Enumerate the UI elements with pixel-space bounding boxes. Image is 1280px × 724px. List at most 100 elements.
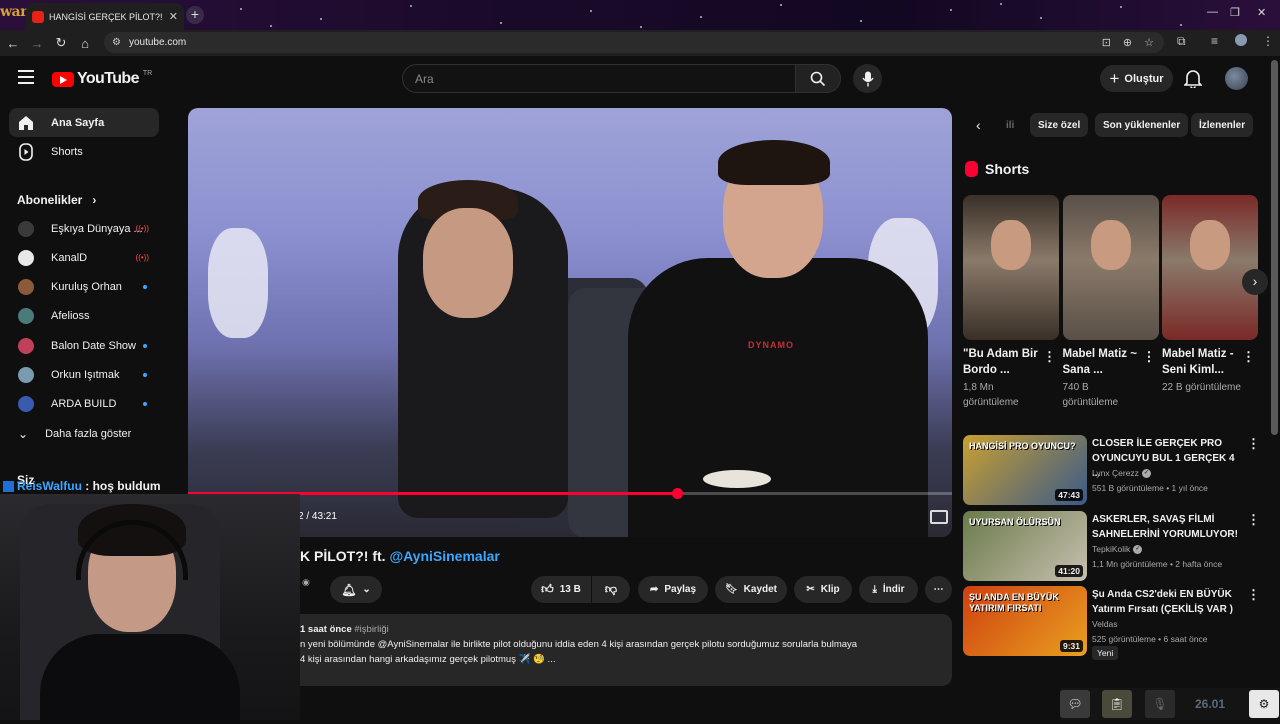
- notifications-button[interactable]: [1183, 68, 1203, 93]
- close-window-icon[interactable]: ✕: [1257, 6, 1266, 19]
- search-input[interactable]: Ara: [402, 64, 796, 93]
- video-thumbnail[interactable]: ŞU ANDA EN BÜYÜK YATIRIM FIRSATI 9:31: [963, 586, 1087, 656]
- video-title[interactable]: Şu Anda CS2'deki EN BÜYÜK Yatırım Fırsat…: [1092, 587, 1240, 617]
- clip-button[interactable]: ✂ Klip: [794, 576, 852, 603]
- video-player[interactable]: DYNAMO: [188, 108, 952, 537]
- chat-dock-icon[interactable]: 💬︎: [1060, 690, 1090, 718]
- sidebar-subscription[interactable]: ARDA BUILD: [9, 390, 159, 419]
- mic-dock-icon[interactable]: 🎙︎: [1145, 690, 1175, 718]
- progress-scrubber[interactable]: [671, 488, 683, 499]
- sidebar-subscription[interactable]: Balon Date Show: [9, 331, 159, 360]
- sidebar-subscription[interactable]: KanalD ((•)): [9, 243, 159, 272]
- zoom-icon[interactable]: ⊕: [1123, 36, 1132, 49]
- home-icon[interactable]: ⌂: [74, 36, 96, 51]
- region-code: TR: [142, 70, 153, 77]
- page-scrollbar[interactable]: [1271, 60, 1278, 435]
- search-button[interactable]: [795, 64, 841, 93]
- video-more-icon[interactable]: ⋮: [1247, 587, 1260, 603]
- channel-avatar: [18, 279, 34, 296]
- new-tab-button[interactable]: +: [186, 6, 204, 24]
- chevron-down-icon: ⌄: [362, 584, 371, 595]
- description-box[interactable]: 1 saat önce #işbirliği n yeni bölümünde …: [290, 614, 952, 686]
- voice-search-button[interactable]: [853, 64, 882, 93]
- menu-icon[interactable]: [18, 70, 34, 84]
- chip-watched[interactable]: İzlenenler: [1191, 113, 1254, 137]
- scissors-icon: ✂: [806, 584, 815, 595]
- browser-tab-active[interactable]: HANGİSİ GERÇEK PİLOT?! ft. @A ✕: [26, 3, 184, 30]
- channel-avatar: [18, 249, 34, 266]
- youtube-logo[interactable]: YouTube TR: [52, 70, 152, 88]
- minimize-icon[interactable]: —: [1207, 6, 1218, 18]
- sidebar-subscription[interactable]: Afelioss: [9, 302, 159, 331]
- chip-for-you[interactable]: Size özel: [1030, 113, 1089, 137]
- bookmark-star-icon[interactable]: ☆: [1144, 36, 1154, 49]
- short-more-icon[interactable]: ⋮: [1043, 349, 1056, 365]
- address-bar[interactable]: ⚙ youtube.com ⊡ ⊕ ☆: [104, 32, 1164, 53]
- sidebar-subscription[interactable]: Kuruluş Orhan: [9, 273, 159, 302]
- channel-name[interactable]: TepkiKolik ✓: [1092, 544, 1143, 555]
- short-title[interactable]: "Bu Adam Bir Bordo ...: [963, 346, 1043, 378]
- settings-dock-icon[interactable]: ⚙: [1249, 690, 1279, 718]
- sidebar-subscription[interactable]: Eşkıya Dünyaya ... ((•)): [9, 214, 159, 243]
- shorts-next-button[interactable]: ›: [1242, 269, 1268, 295]
- clipboard-dock-icon[interactable]: 📋︎: [1102, 690, 1132, 718]
- channel-avatar: [18, 220, 34, 237]
- star-decoration: [410, 5, 412, 7]
- create-button[interactable]: + Oluştur: [1100, 65, 1173, 92]
- thumbnail-text: HANGİSİ PRO OYUNCU?: [969, 441, 1076, 451]
- plus-icon: +: [1109, 69, 1120, 88]
- video-thumbnail[interactable]: HANGİSİ PRO OYUNCU? 47:43: [963, 435, 1087, 505]
- share-button[interactable]: ➦ Paylaş: [638, 576, 708, 603]
- chips-scroll-left-icon[interactable]: ‹: [976, 117, 981, 133]
- channel-avatar: [18, 337, 34, 354]
- video-thumbnail[interactable]: UYURSAN ÖLÜRSÜN 41:20: [963, 511, 1087, 581]
- extensions-icon[interactable]: ⧉: [1177, 34, 1186, 49]
- live-icon: ((•)): [135, 224, 149, 233]
- star-decoration: [320, 18, 322, 20]
- video-progress-bar[interactable]: [188, 488, 952, 499]
- tab-close-icon[interactable]: ✕: [169, 10, 178, 23]
- more-actions-button[interactable]: ⋯: [925, 576, 952, 603]
- video-more-icon[interactable]: ⋮: [1247, 512, 1260, 528]
- profile-icon[interactable]: [1235, 34, 1247, 46]
- save-button[interactable]: 🔖︎ Kaydet: [715, 576, 787, 603]
- dislike-button[interactable]: 👎︎: [592, 576, 630, 603]
- forward-icon[interactable]: →: [26, 36, 48, 51]
- sidebar-subscription[interactable]: Orkun Işıtmak: [9, 361, 159, 390]
- back-icon[interactable]: ←: [2, 36, 24, 51]
- hashtag-link[interactable]: #işbirliği: [354, 624, 388, 635]
- short-thumbnail[interactable]: [1062, 195, 1159, 340]
- channel-name[interactable]: Veldas: [1092, 619, 1118, 629]
- maximize-icon[interactable]: ❐: [1230, 6, 1240, 19]
- short-more-icon[interactable]: ⋮: [1143, 349, 1156, 365]
- sidebar-item-shorts[interactable]: Shorts: [9, 137, 159, 166]
- thumbs-up-icon: 👍︎: [541, 582, 554, 596]
- show-more-button[interactable]: ⌄ Daha fazla göster: [9, 419, 159, 448]
- like-button[interactable]: 👍︎ 13 B: [531, 576, 591, 603]
- subscriptions-heading[interactable]: Abonelikler ›: [17, 193, 96, 207]
- short-more-icon[interactable]: ⋮: [1242, 349, 1255, 365]
- channel-name[interactable]: Lynx Çerezz ✓: [1092, 468, 1151, 479]
- site-info-icon[interactable]: ⚙: [112, 37, 121, 48]
- video-more-icon[interactable]: ⋮: [1247, 436, 1260, 452]
- account-avatar[interactable]: [1225, 67, 1248, 90]
- chip-recently-uploaded[interactable]: Son yüklenenler: [1095, 113, 1189, 137]
- browser-menu-icon[interactable]: ⋮: [1262, 34, 1274, 48]
- install-app-icon[interactable]: ⊡: [1102, 36, 1111, 49]
- share-label: Paylaş: [664, 584, 697, 595]
- channel-avatar: [18, 308, 34, 325]
- download-button[interactable]: ⤓ İndir: [859, 576, 918, 603]
- video-title-text: K PİLOT?! ft.: [300, 548, 390, 564]
- subtitles-icon[interactable]: [930, 510, 948, 524]
- short-title[interactable]: Mabel Matiz ~ Sana ...: [1063, 346, 1143, 378]
- title-mention-link[interactable]: @AyniSinemalar: [389, 548, 499, 564]
- short-thumbnail[interactable]: [963, 195, 1059, 340]
- sidebar-item-home[interactable]: Ana Sayfa: [9, 108, 159, 137]
- short-title[interactable]: Mabel Matiz - Seni Kiml...: [1162, 346, 1242, 378]
- notification-bell-button[interactable]: 🔔︎ ⌄: [330, 576, 382, 603]
- short-thumbnail[interactable]: [1162, 195, 1258, 340]
- video-title[interactable]: ASKERLER, SAVAŞ FİLMİ SAHNELERİNİ YORUML…: [1092, 512, 1240, 542]
- reload-icon[interactable]: ↻: [50, 35, 72, 51]
- media-control-icon[interactable]: ≡: [1211, 34, 1218, 48]
- chip-partial[interactable]: ili: [998, 113, 1022, 137]
